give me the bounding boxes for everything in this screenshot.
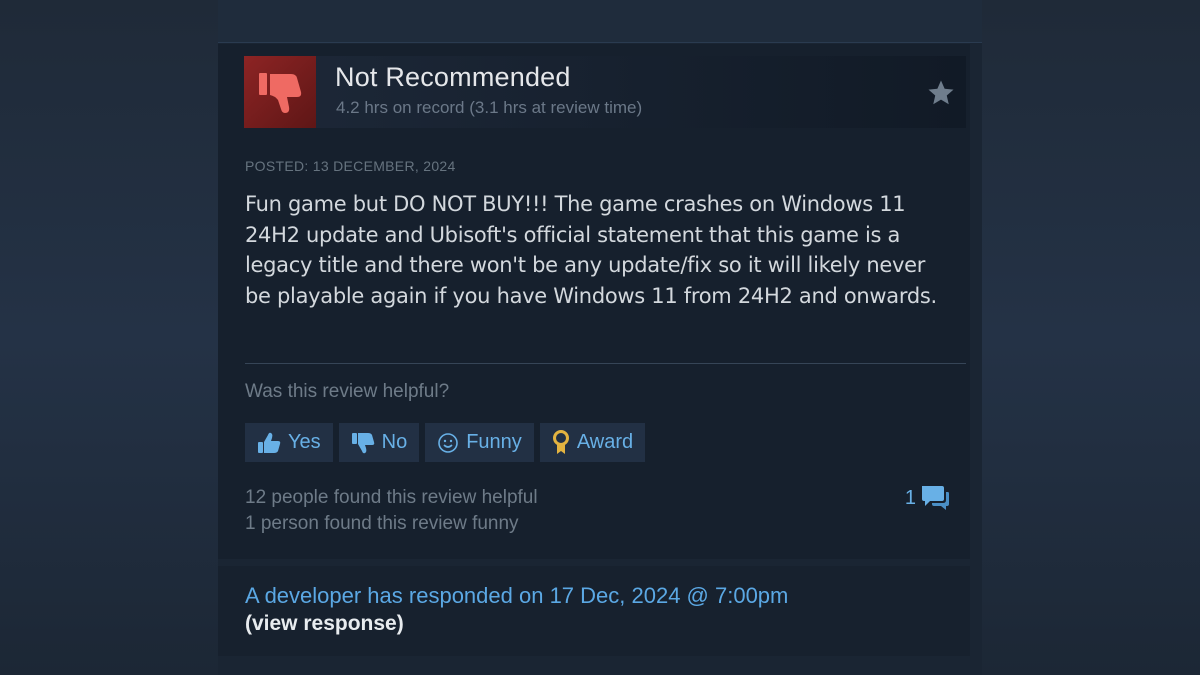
background-right (982, 0, 1200, 675)
yes-label: Yes (288, 431, 321, 453)
divider (245, 363, 966, 364)
posted-date: POSTED: 13 DECEMBER, 2024 (245, 158, 456, 174)
review-verdict: Not Recommended (335, 62, 571, 92)
star-icon[interactable] (926, 78, 956, 108)
top-strip (218, 0, 982, 43)
yes-button[interactable]: Yes (245, 423, 333, 462)
vote-buttons: Yes No Funny Award (245, 423, 646, 462)
speech-bubbles-icon (922, 486, 949, 510)
funny-label: Funny (466, 431, 522, 453)
background-left (0, 0, 218, 675)
review-panel: Not Recommended 4.2 hrs on record (3.1 h… (218, 0, 982, 675)
award-label: Award (576, 431, 634, 453)
comments-link[interactable]: 1 (905, 484, 950, 512)
smiley-icon (438, 432, 459, 453)
no-button[interactable]: No (338, 423, 420, 462)
thumbs-down-icon (259, 73, 302, 113)
thumbs-down-icon (351, 432, 374, 453)
verdict-thumb (244, 56, 316, 128)
review-header: Not Recommended 4.2 hrs on record (3.1 h… (244, 56, 966, 128)
helpful-count: 12 people found this review helpful (245, 487, 538, 508)
hours-on-record: 4.2 hrs on record (3.1 hrs at review tim… (336, 98, 643, 117)
award-medal-icon (552, 429, 569, 454)
developer-response-line[interactable]: A developer has responded on 17 Dec, 202… (245, 583, 788, 609)
review-body: Fun game but DO NOT BUY!!! The game cras… (245, 192, 937, 308)
review-card: Not Recommended 4.2 hrs on record (3.1 h… (218, 44, 970, 559)
no-label: No (381, 431, 408, 453)
thumbs-up-icon (258, 432, 281, 453)
view-response-link[interactable]: (view response) (245, 612, 404, 636)
funny-count: 1 person found this review funny (245, 513, 519, 534)
developer-response: A developer has responded on 17 Dec, 202… (218, 566, 970, 656)
comment-count: 1 (904, 486, 916, 509)
helpful-question: Was this review helpful? (245, 381, 450, 402)
funny-button[interactable]: Funny (425, 423, 534, 462)
award-button[interactable]: Award (539, 423, 646, 462)
